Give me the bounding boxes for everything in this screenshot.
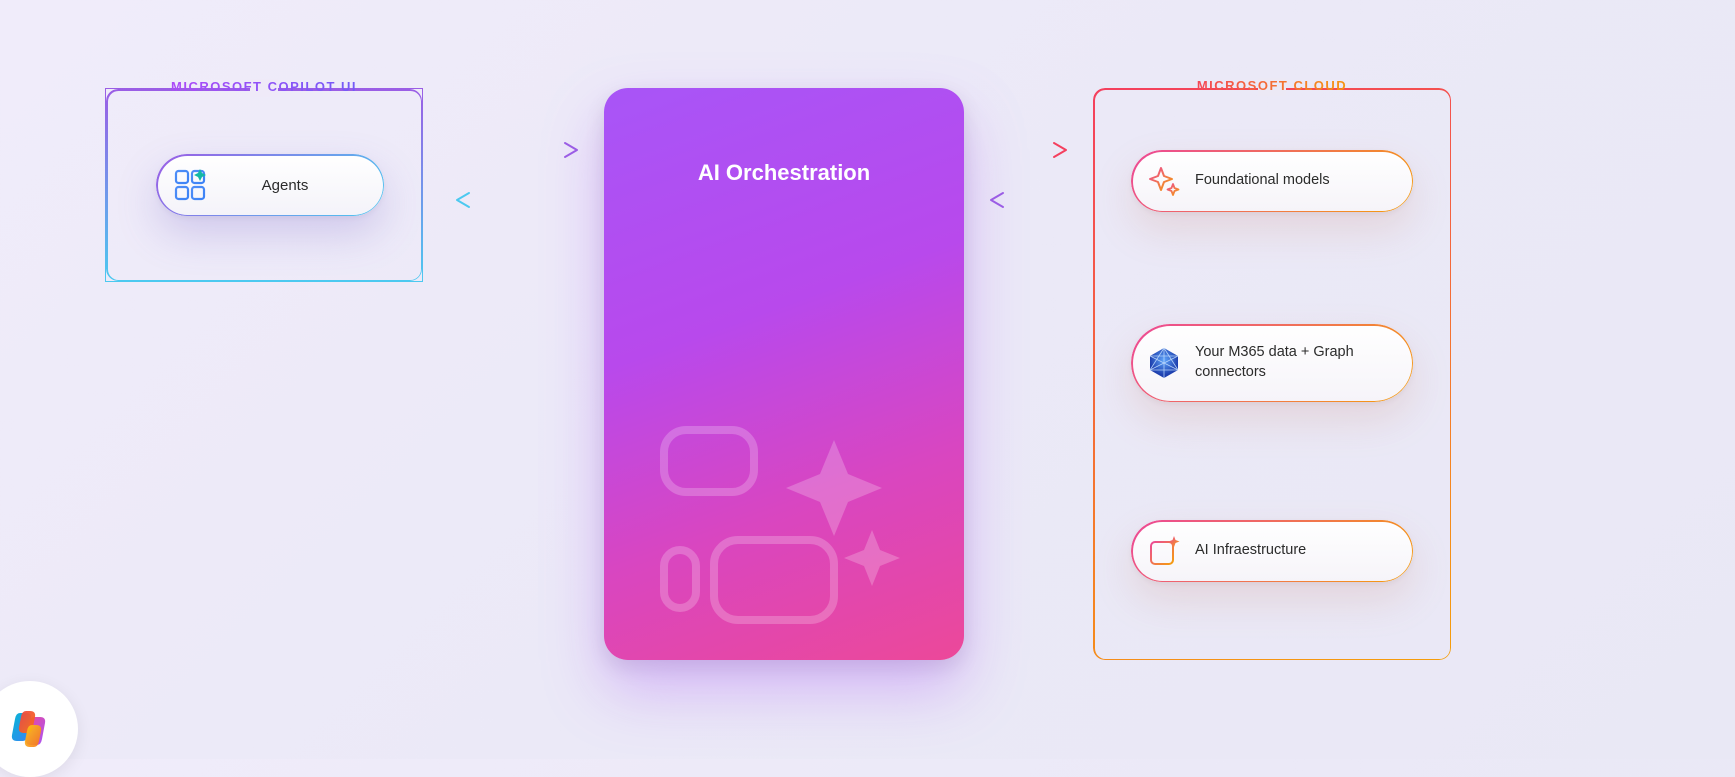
arrow-right-to-orchestration [442,140,592,160]
ai-orchestration-card: AI Orchestration [604,88,964,660]
agents-pill: Agents [156,154,384,216]
copilot-ui-panel: MICROSOFT COPILOT UI [105,88,423,282]
m365-data-pill: Your M365 data + Graph connectors [1131,324,1413,402]
copilot-logo-badge [0,681,78,777]
ai-orchestration-title: AI Orchestration [604,160,964,186]
microsoft-cloud-panel: MICROSOFT CLOUD Foundational models [1093,88,1451,660]
microsoft-cloud-title: MICROSOFT CLOUD [1181,78,1363,93]
foundational-models-pill: Foundational models [1131,150,1413,212]
m365-data-label: Your M365 data + Graph connectors [1195,343,1393,382]
arrow-right-to-cloud [976,140,1081,160]
copilot-ui-title: MICROSOFT COPILOT UI [155,79,373,94]
copilot-logo-icon [6,705,54,753]
diagram-canvas: MICROSOFT COPILOT UI [0,0,1735,759]
ai-infrastructure-pill: AI Infraestructure [1131,520,1413,582]
arrow-left-from-cloud [976,190,1081,210]
ai-infrastructure-label: AI Infraestructure [1195,541,1306,561]
foundational-models-label: Foundational models [1195,171,1330,191]
sparkle-icon [1147,164,1181,198]
arrow-left-from-orchestration [442,190,592,210]
grid-sparkle-icon [1147,534,1181,568]
agents-label: Agents [208,177,362,194]
orchestration-decoration-icon [604,400,964,660]
graph-polyhedron-icon [1147,346,1181,380]
agents-grid-icon [172,167,208,203]
